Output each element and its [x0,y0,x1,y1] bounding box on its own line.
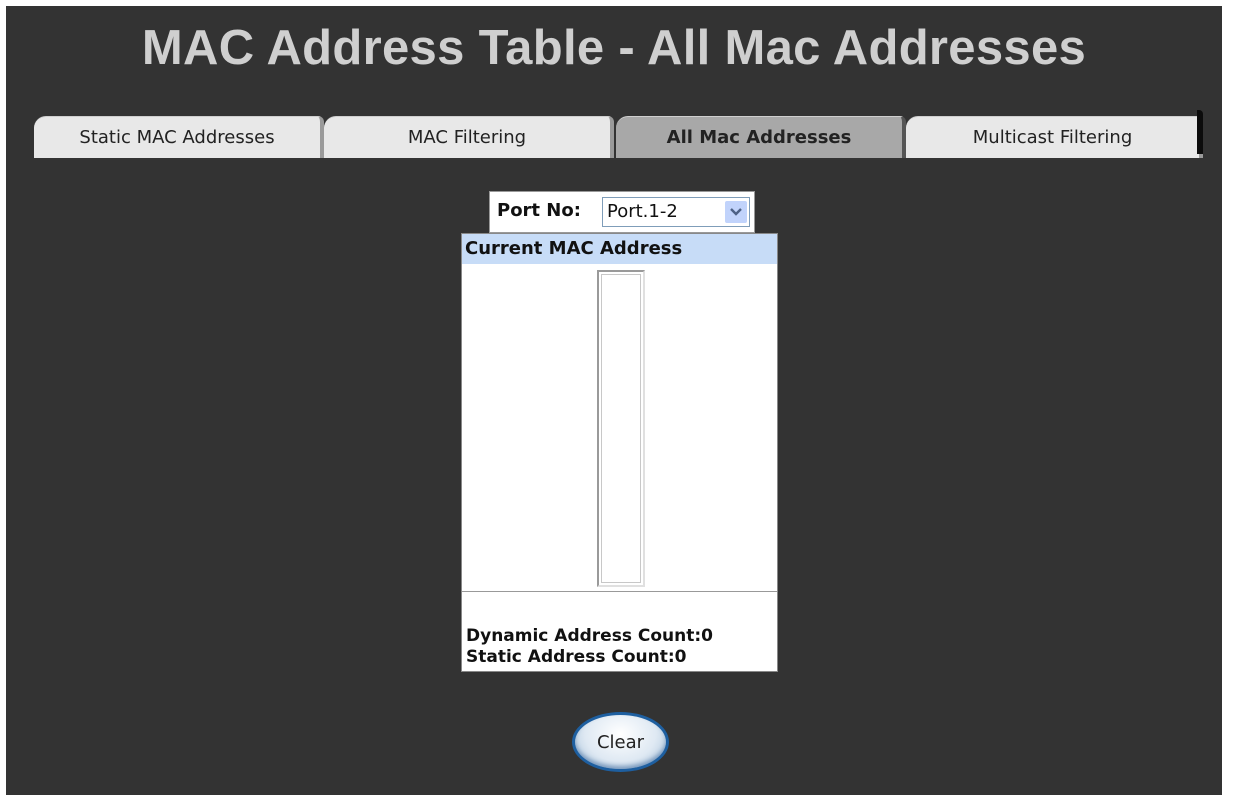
mac-address-panel: Current MAC Address Dynamic Address Coun… [461,233,778,672]
tab-mac-filtering[interactable]: MAC Filtering [324,116,614,158]
chevron-down-icon[interactable] [725,201,747,223]
dynamic-count-label: Dynamic Address Count: [466,626,702,646]
tab-all-mac-addresses[interactable]: All Mac Addresses [616,116,906,158]
mac-table-header: Current MAC Address [462,234,777,264]
dynamic-address-count: Dynamic Address Count:0 [466,626,713,646]
tab-static-mac-addresses[interactable]: Static MAC Addresses [34,116,324,158]
static-address-count: Static Address Count:0 [466,647,686,667]
port-label: Port No: [497,200,581,221]
page-title: MAC Address Table - All Mac Addresses [141,21,1087,75]
panel-divider [462,591,777,592]
port-select[interactable]: Port.1-2 [602,197,750,227]
main-frame: MAC Address Table - All Mac Addresses St… [6,6,1222,795]
port-select-value: Port.1-2 [607,201,678,222]
mac-address-listbox[interactable] [597,270,645,587]
static-count-label: Static Address Count: [466,647,675,667]
tab-multicast-filtering[interactable]: Multicast Filtering [906,116,1203,158]
dynamic-count-value: 0 [701,626,713,646]
static-count-value: 0 [674,647,687,667]
clear-button[interactable]: Clear [572,712,669,772]
listbox-inner [601,274,641,583]
port-selector-panel: Port No: Port.1-2 [489,191,755,233]
tab-bar-end [1197,110,1203,154]
